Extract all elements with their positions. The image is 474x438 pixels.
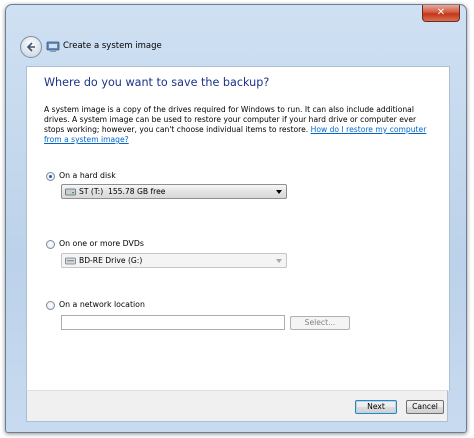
hard-disk-radio[interactable]: [46, 172, 55, 181]
chevron-down-icon: [276, 259, 282, 263]
content-pane: Where do you want to save the backup? A …: [26, 66, 450, 391]
network-label[interactable]: On a network location: [59, 300, 145, 309]
network-radio[interactable]: [46, 301, 55, 310]
backup-icon: [46, 41, 60, 52]
optical-drive-icon: [65, 257, 76, 265]
chevron-down-icon: [276, 190, 282, 194]
title-bar: ✕ Create a system image: [6, 5, 466, 61]
select-network-button[interactable]: Select...: [290, 316, 350, 330]
dvd-label[interactable]: On one or more DVDs: [59, 239, 144, 248]
description: A system image is a copy of the drives r…: [44, 105, 438, 145]
footer-bar: Next Cancel: [26, 390, 448, 422]
close-button[interactable]: ✕: [422, 5, 460, 22]
window-title: Create a system image: [63, 41, 162, 51]
dvd-radio[interactable]: [46, 240, 55, 249]
next-button[interactable]: Next: [355, 400, 397, 414]
hard-disk-dropdown[interactable]: ST (T:) 155.78 GB free: [61, 184, 287, 199]
wizard-window: ✕ Create a system image Where do you wan…: [5, 4, 467, 433]
back-arrow-icon: [26, 42, 35, 52]
hard-disk-label[interactable]: On a hard disk: [59, 171, 116, 180]
network-path-input[interactable]: [61, 315, 285, 330]
hard-drive-icon: [65, 188, 76, 196]
back-button[interactable]: [20, 36, 42, 58]
dvd-selected-value: BD-RE Drive (G:): [79, 256, 143, 265]
page-heading: Where do you want to save the backup?: [44, 76, 270, 89]
hard-disk-selected-value: ST (T:) 155.78 GB free: [79, 187, 166, 196]
dvd-dropdown[interactable]: BD-RE Drive (G:): [61, 253, 287, 268]
cancel-button[interactable]: Cancel: [406, 400, 444, 414]
